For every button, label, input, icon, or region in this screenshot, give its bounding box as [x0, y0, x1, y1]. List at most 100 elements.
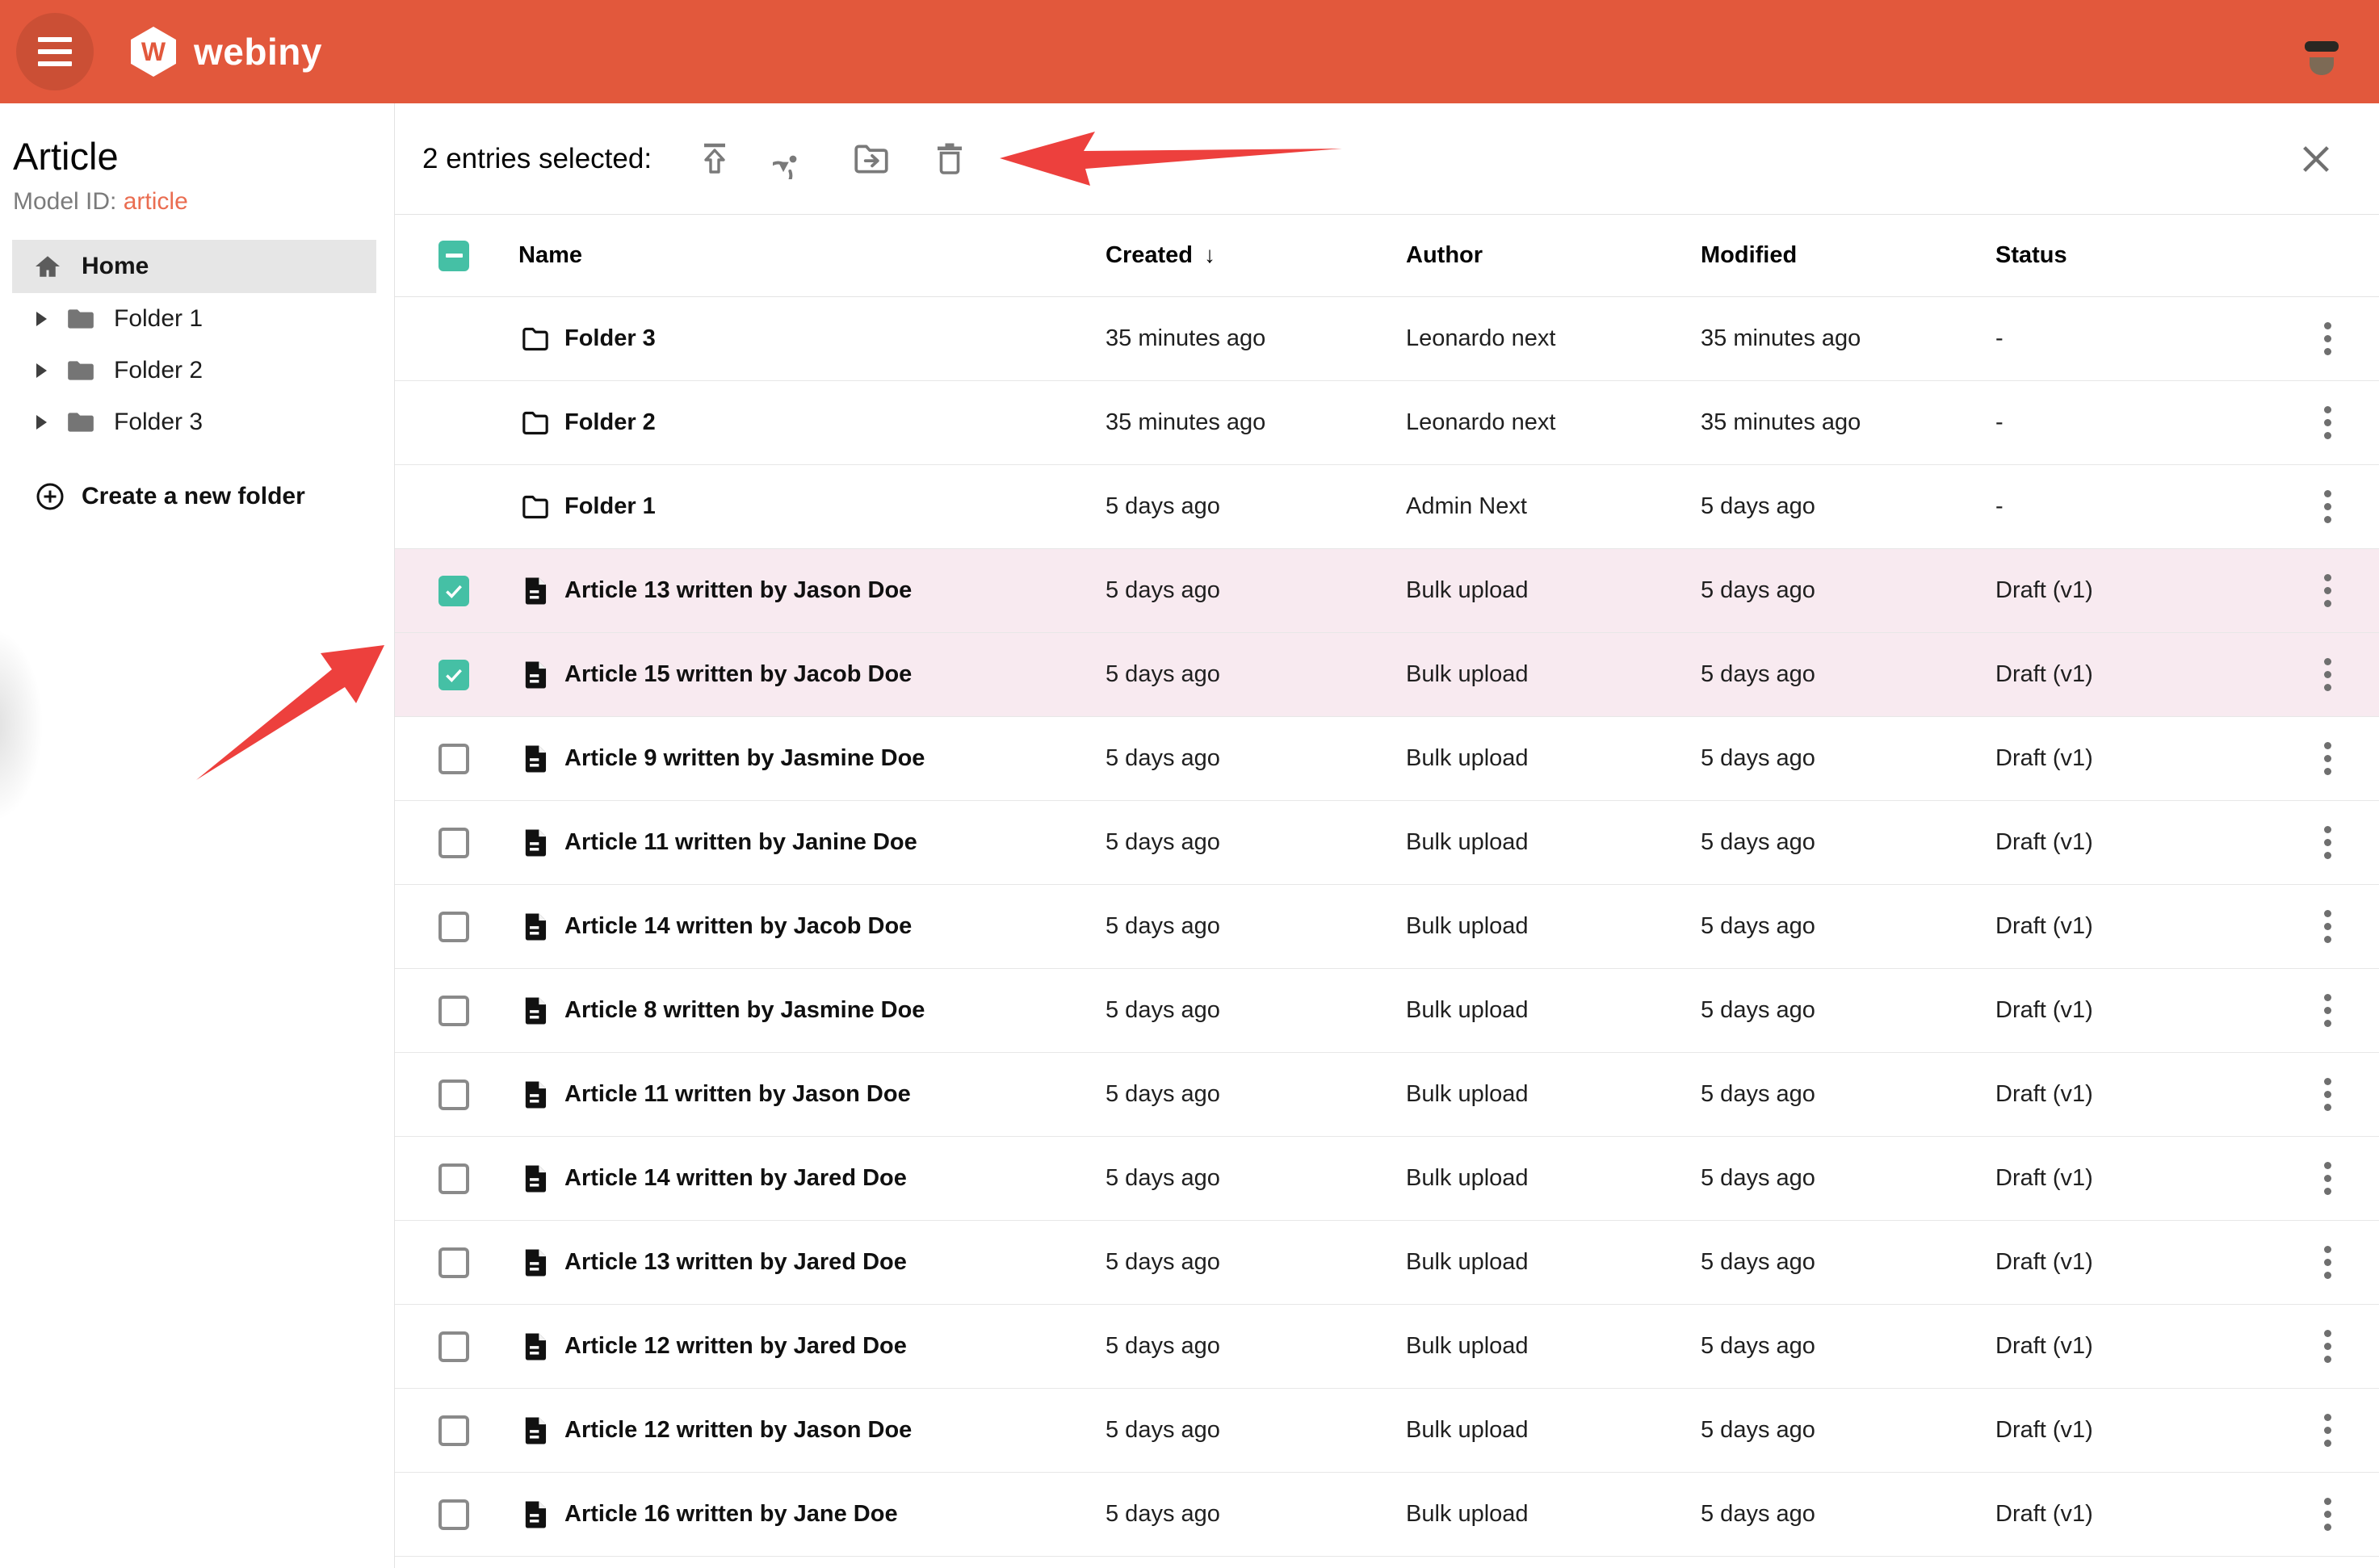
- row-checkbox[interactable]: [438, 912, 469, 942]
- entry-status: Draft (v1): [1995, 829, 2276, 856]
- row-options-menu-button[interactable]: [2316, 398, 2339, 447]
- document-icon: [520, 659, 551, 691]
- document-icon: [520, 911, 551, 943]
- entry-status: Draft (v1): [1995, 745, 2276, 772]
- row-checkbox[interactable]: [438, 1415, 469, 1446]
- expand-caret-icon[interactable]: [36, 363, 47, 378]
- row-checkbox[interactable]: [438, 576, 469, 606]
- entry-status: Draft (v1): [1995, 661, 2276, 688]
- row-options-menu-button[interactable]: [2316, 482, 2339, 531]
- table-row[interactable]: Article 15 written by Jacob Doe 5 days a…: [395, 633, 2379, 717]
- sidebar-folder-item[interactable]: Folder 1: [0, 293, 394, 345]
- row-options-menu-button[interactable]: [2316, 1154, 2339, 1203]
- table-row[interactable]: Article 12 written by Jason Doe 5 days a…: [395, 1389, 2379, 1473]
- entry-created: 5 days ago: [1106, 493, 1406, 520]
- select-all-checkbox[interactable]: [438, 241, 469, 271]
- table-row[interactable]: Article 13 written by Jared Doe 5 days a…: [395, 1221, 2379, 1305]
- entry-author: Bulk upload: [1406, 577, 1701, 604]
- row-options-menu-button[interactable]: [2316, 1238, 2339, 1287]
- publish-button[interactable]: [689, 133, 741, 185]
- webiny-logo[interactable]: W webiny: [131, 27, 322, 77]
- folder-icon: [65, 406, 97, 438]
- table-row[interactable]: Folder 3 35 minutes ago Leonardo next 35…: [395, 297, 2379, 381]
- column-header-modified[interactable]: Modified: [1701, 242, 1995, 269]
- home-icon: [33, 252, 62, 281]
- row-checkbox[interactable]: [438, 1247, 469, 1278]
- table-row[interactable]: Article 14 written by Jacob Doe 5 days a…: [395, 885, 2379, 969]
- user-avatar[interactable]: [2290, 20, 2352, 82]
- entry-created: 5 days ago: [1106, 577, 1406, 604]
- row-options-menu-button[interactable]: [2316, 986, 2339, 1035]
- entry-author: Bulk upload: [1406, 829, 1701, 856]
- entry-modified: 5 days ago: [1701, 661, 1995, 688]
- restore-button[interactable]: [767, 133, 819, 185]
- row-options-menu-button[interactable]: [2316, 1490, 2339, 1539]
- selected-count-text: 2 entries selected:: [422, 143, 652, 175]
- entry-status: Draft (v1): [1995, 1417, 2276, 1444]
- column-header-name[interactable]: Name: [518, 242, 1106, 269]
- check-icon: [443, 665, 464, 685]
- row-checkbox[interactable]: [438, 1499, 469, 1530]
- hamburger-icon: [38, 37, 72, 42]
- row-checkbox[interactable]: [438, 996, 469, 1026]
- table-row[interactable]: Article 11 written by Jason Doe 5 days a…: [395, 1053, 2379, 1137]
- hamburger-menu-button[interactable]: [16, 13, 94, 90]
- entry-modified: 5 days ago: [1701, 829, 1995, 856]
- table-row[interactable]: Folder 2 35 minutes ago Leonardo next 35…: [395, 381, 2379, 465]
- row-options-menu-button[interactable]: [2316, 734, 2339, 783]
- entry-author: Bulk upload: [1406, 1165, 1701, 1192]
- entry-created: 5 days ago: [1106, 1165, 1406, 1192]
- row-checkbox[interactable]: [438, 1163, 469, 1194]
- expand-caret-icon[interactable]: [36, 312, 47, 326]
- close-selection-button[interactable]: [2290, 133, 2342, 185]
- entry-modified: 5 days ago: [1701, 1333, 1995, 1360]
- entry-author: Bulk upload: [1406, 1249, 1701, 1276]
- table-row[interactable]: Article 14 written by Jared Doe 5 days a…: [395, 1137, 2379, 1221]
- create-folder-button[interactable]: Create a new folder: [34, 480, 394, 513]
- column-header-status[interactable]: Status: [1995, 242, 2276, 269]
- table-row[interactable]: Article 11 written by Janine Doe 5 days …: [395, 801, 2379, 885]
- row-checkbox[interactable]: [438, 1331, 469, 1362]
- entry-name: Article 16 written by Jane Doe: [564, 1501, 1106, 1528]
- delete-button[interactable]: [924, 133, 976, 185]
- entry-created: 5 days ago: [1106, 745, 1406, 772]
- table-row[interactable]: Article 12 written by Jared Doe 5 days a…: [395, 1305, 2379, 1389]
- row-options-menu-button[interactable]: [2316, 818, 2339, 867]
- entry-author: Bulk upload: [1406, 661, 1701, 688]
- entry-status: Draft (v1): [1995, 577, 2276, 604]
- entry-status: Draft (v1): [1995, 1249, 2276, 1276]
- row-options-menu-button[interactable]: [2316, 1322, 2339, 1371]
- table-row[interactable]: Article 16 written by Jane Doe 5 days ag…: [395, 1473, 2379, 1557]
- row-checkbox[interactable]: [438, 744, 469, 774]
- entry-created: 5 days ago: [1106, 1249, 1406, 1276]
- entry-author: Bulk upload: [1406, 1501, 1701, 1528]
- column-header-created[interactable]: Created↓: [1106, 242, 1406, 269]
- row-options-menu-button[interactable]: [2316, 650, 2339, 699]
- sidebar-folder-item[interactable]: Folder 2: [0, 345, 394, 396]
- row-options-menu-button[interactable]: [2316, 902, 2339, 951]
- row-checkbox[interactable]: [438, 660, 469, 690]
- table-row[interactable]: Article 13 written by Jason Doe 5 days a…: [395, 549, 2379, 633]
- sidebar-folder-item[interactable]: Folder 3: [0, 396, 394, 448]
- entry-modified: 5 days ago: [1701, 1417, 1995, 1444]
- column-header-author[interactable]: Author: [1406, 242, 1701, 269]
- move-to-folder-button[interactable]: [845, 133, 897, 185]
- row-options-menu-button[interactable]: [2316, 566, 2339, 615]
- entry-name: Article 11 written by Jason Doe: [564, 1081, 1106, 1108]
- sidebar-item-home[interactable]: Home: [12, 240, 376, 293]
- row-checkbox[interactable]: [438, 1080, 469, 1110]
- table-row[interactable]: Article 8 written by Jasmine Doe 5 days …: [395, 969, 2379, 1053]
- entry-author: Bulk upload: [1406, 1333, 1701, 1360]
- content-area: 2 entries selected:: [394, 103, 2379, 1568]
- table-row[interactable]: Folder 1 5 days ago Admin Next 5 days ag…: [395, 465, 2379, 549]
- entry-name: Article 13 written by Jared Doe: [564, 1249, 1106, 1276]
- table-row[interactable]: Article 9 written by Jasmine Doe 5 days …: [395, 717, 2379, 801]
- row-options-menu-button[interactable]: [2316, 314, 2339, 363]
- row-options-menu-button[interactable]: [2316, 1070, 2339, 1119]
- row-options-menu-button[interactable]: [2316, 1406, 2339, 1455]
- entry-created: 5 days ago: [1106, 661, 1406, 688]
- expand-caret-icon[interactable]: [36, 415, 47, 430]
- folder-icon: [519, 407, 552, 439]
- publish-icon: [695, 140, 734, 178]
- row-checkbox[interactable]: [438, 828, 469, 858]
